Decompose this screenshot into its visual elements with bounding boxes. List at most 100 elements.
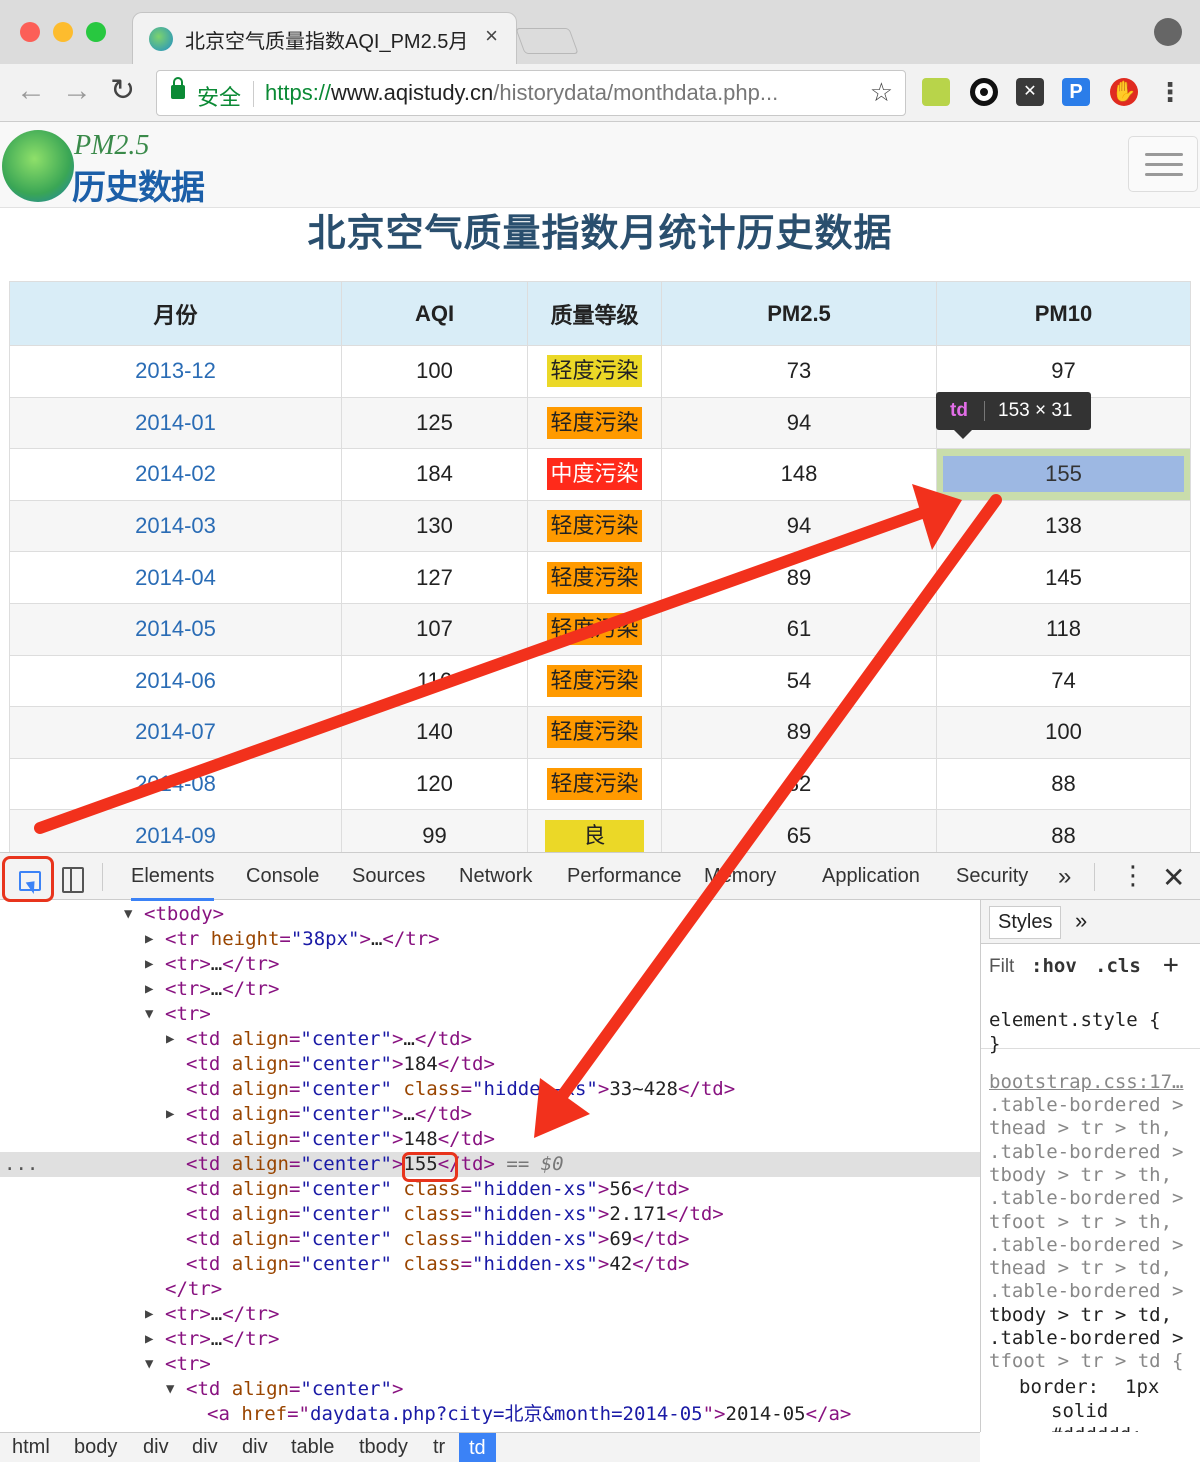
expand-triangle-icon[interactable]: ▼ [145, 1002, 153, 1027]
dom-line[interactable]: ▼ <tbody> [0, 902, 980, 927]
expand-triangle-icon[interactable]: ▼ [145, 1352, 153, 1377]
crumb-div[interactable]: div [242, 1436, 268, 1459]
month-link[interactable]: 2014-06 [135, 668, 216, 693]
month-link[interactable]: 2014-04 [135, 565, 216, 590]
dom-line[interactable]: </tr> [0, 1277, 980, 1302]
tab-performance[interactable]: Performance [567, 865, 682, 888]
dom-line[interactable]: ▶ <td align="center">…</td> [0, 1027, 980, 1052]
month-link[interactable]: 2014-09 [135, 823, 216, 848]
dom-line[interactable]: ▼ <tr> [0, 1352, 980, 1377]
expand-triangle-icon[interactable]: ▶ [166, 1027, 174, 1052]
close-devtools-icon[interactable]: ✕ [1162, 861, 1185, 894]
crumb-tbody[interactable]: tbody [359, 1436, 408, 1459]
dom-line[interactable]: <td align="center" class="hidden-xs">69<… [0, 1227, 980, 1252]
tab-sources[interactable]: Sources [352, 865, 425, 888]
tab-console[interactable]: Console [246, 865, 319, 888]
month-link[interactable]: 2014-07 [135, 719, 216, 744]
expand-triangle-icon[interactable]: ▶ [145, 977, 153, 1002]
plant-extension-icon[interactable] [922, 78, 950, 106]
cls-toggle[interactable]: .cls [1095, 955, 1141, 977]
menu-icon[interactable]: ⋮ [1156, 78, 1184, 106]
crumb-table[interactable]: table [291, 1436, 334, 1459]
month-link[interactable]: 2014-08 [135, 771, 216, 796]
tab-memory[interactable]: Memory [704, 865, 776, 888]
dom-token: <td [186, 1378, 232, 1400]
adblock-extension-icon[interactable]: ✋ [1110, 78, 1138, 106]
url-text[interactable]: https://www.aqistudy.cn/historydata/mont… [265, 80, 778, 106]
zoom-window-button[interactable] [86, 22, 106, 42]
profile-icon[interactable] [1154, 18, 1182, 46]
devtools-divider [102, 863, 103, 891]
new-tab-button[interactable] [515, 28, 579, 54]
ellipsis-icon[interactable]: ... [4, 1152, 38, 1177]
hamburger-menu-button[interactable] [1128, 136, 1198, 192]
dom-line[interactable]: <td align="center" class="hidden-xs">56<… [0, 1177, 980, 1202]
dom-line[interactable]: <td align="center" class="hidden-xs">2.1… [0, 1202, 980, 1227]
month-link[interactable]: 2013-12 [135, 358, 216, 383]
hov-toggle[interactable]: :hov [1031, 955, 1077, 977]
logo-icon[interactable] [2, 130, 74, 202]
close-window-button[interactable] [20, 22, 40, 42]
forward-icon[interactable]: → [62, 74, 92, 108]
crumb-td[interactable]: td [459, 1433, 496, 1462]
dom-line-selected[interactable]: ... <td align="center">155</td> == $0 [0, 1152, 980, 1177]
pm10-cell-highlighted[interactable]: 155 [936, 448, 1191, 501]
crumb-html[interactable]: html [12, 1436, 50, 1459]
expand-triangle-icon[interactable]: ▼ [124, 902, 132, 927]
crumb-tr[interactable]: tr [433, 1436, 445, 1459]
dom-line[interactable]: ▶ <td align="center">…</td> [0, 1102, 980, 1127]
dom-line[interactable]: <td align="center" class="hidden-xs">33~… [0, 1077, 980, 1102]
dom-token: align [231, 1103, 289, 1125]
expand-triangle-icon[interactable]: ▶ [166, 1102, 174, 1127]
styles-filter-input[interactable]: Filt [989, 956, 1014, 978]
dom-line[interactable]: <td align="center">184</td> [0, 1052, 980, 1077]
inspect-element-button[interactable] [2, 856, 54, 902]
address-bar[interactable]: 安全 https://www.aqistudy.cn/historydata/m… [156, 70, 906, 116]
dom-line[interactable]: ▶ <tr>…</tr> [0, 952, 980, 977]
expand-triangle-icon[interactable]: ▶ [145, 952, 153, 977]
expand-triangle-icon[interactable]: ▶ [145, 1327, 153, 1352]
tab-application[interactable]: Application [822, 865, 920, 888]
p-extension-icon[interactable]: P [1062, 78, 1090, 106]
pm10-cell: 118 [936, 602, 1191, 656]
x-extension-icon[interactable]: ✕ [1016, 78, 1044, 106]
tooltip-divider [984, 401, 985, 421]
dom-line[interactable]: ▶ <tr height="38px">…</tr> [0, 927, 980, 952]
more-tabs-icon[interactable]: » [1058, 863, 1071, 891]
stylesheet-link[interactable]: bootstrap.css:17… [989, 1071, 1183, 1093]
expand-triangle-icon[interactable]: ▼ [166, 1377, 174, 1402]
tab-network[interactable]: Network [459, 865, 532, 888]
expand-triangle-icon[interactable]: ▶ [145, 927, 153, 952]
month-link[interactable]: 2014-03 [135, 513, 216, 538]
month-link[interactable]: 2014-02 [135, 461, 216, 486]
month-link[interactable]: 2014-01 [135, 410, 216, 435]
back-icon[interactable]: ← [16, 74, 46, 108]
devtools-menu-icon[interactable]: ⋮ [1120, 861, 1146, 889]
dom-line[interactable]: <a href="daydata.php?city=北京&month=2014-… [0, 1402, 980, 1427]
dom-line[interactable]: <td align="center" class="hidden-xs">42<… [0, 1252, 980, 1277]
browser-tab[interactable]: 北京空气质量指数AQI_PM2.5月 × [132, 12, 517, 64]
more-panes-icon[interactable]: » [1075, 908, 1087, 934]
new-rule-icon[interactable]: + [1163, 950, 1179, 980]
circle-extension-icon[interactable] [970, 78, 998, 106]
crumb-body[interactable]: body [74, 1436, 117, 1459]
tooltip-tag: td [950, 400, 968, 421]
dom-line[interactable]: ▶ <tr>…</tr> [0, 977, 980, 1002]
minimize-window-button[interactable] [53, 22, 73, 42]
crumb-div[interactable]: div [143, 1436, 169, 1459]
dom-line[interactable]: ▶ <tr>…</tr> [0, 1302, 980, 1327]
star-icon[interactable]: ☆ [870, 77, 893, 108]
close-tab-icon[interactable]: × [485, 23, 498, 49]
tab-elements[interactable]: Elements [131, 865, 215, 901]
dom-line[interactable]: ▼ <td align="center"> [0, 1377, 980, 1402]
device-toolbar-icon[interactable] [62, 867, 84, 893]
tab-security[interactable]: Security [956, 865, 1028, 888]
tab-styles[interactable]: Styles [989, 906, 1062, 939]
crumb-div[interactable]: div [192, 1436, 218, 1459]
reload-icon[interactable]: ↻ [110, 74, 135, 108]
month-link[interactable]: 2014-05 [135, 616, 216, 641]
expand-triangle-icon[interactable]: ▶ [145, 1302, 153, 1327]
dom-line[interactable]: ▼ <tr> [0, 1002, 980, 1027]
dom-line[interactable]: <td align="center">148</td> [0, 1127, 980, 1152]
dom-line[interactable]: ▶ <tr>…</tr> [0, 1327, 980, 1352]
